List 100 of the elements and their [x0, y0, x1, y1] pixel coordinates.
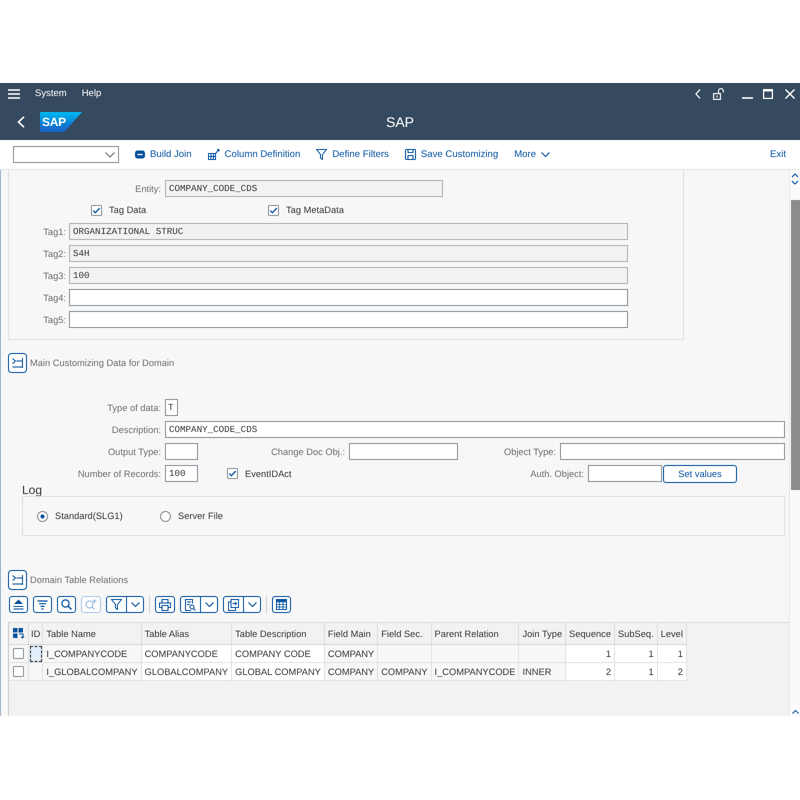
table-cell: I_COMPANYCODE	[42, 644, 142, 662]
checkbox[interactable]	[268, 204, 279, 216]
filter-icon	[111, 599, 122, 610]
select-all-icon[interactable]	[12, 628, 24, 639]
sort-ascending-icon	[13, 599, 24, 610]
column-header[interactable]: Sequence	[566, 623, 614, 644]
radio-button[interactable]	[37, 510, 48, 522]
column-header[interactable]: Table Name	[42, 623, 142, 644]
build-join-button[interactable]: Build Join	[135, 149, 192, 160]
field-label: Tag4:	[43, 292, 66, 302]
table-cell: COMPANY	[324, 644, 378, 662]
entity-field[interactable]: COMPANY_CODE_CDS	[165, 180, 443, 197]
column-header[interactable]: Table Alias	[141, 623, 232, 644]
number-of-records-field[interactable]: 100	[165, 465, 198, 482]
column-header[interactable]: Parent Relation	[431, 623, 519, 644]
column-header[interactable]: Table Description	[232, 623, 324, 644]
sort-descending-button[interactable]	[33, 596, 52, 613]
search-icon	[61, 599, 72, 610]
radio-button[interactable]	[160, 510, 171, 522]
document-search-icon	[185, 598, 196, 610]
search-button[interactable]	[57, 596, 76, 613]
chevron-left-icon[interactable]	[695, 88, 701, 98]
filter-button[interactable]	[106, 596, 144, 613]
type-of-data-field[interactable]: T	[165, 399, 178, 416]
section-title: Domain Table Relations	[30, 575, 128, 585]
maximize-icon[interactable]	[763, 88, 773, 98]
table-cell: I_COMPANYCODE	[431, 662, 519, 680]
column-header[interactable]: ID	[28, 623, 43, 644]
column-header[interactable]: Field Sec.	[378, 623, 432, 644]
auth-object-field[interactable]	[588, 465, 662, 482]
column-header[interactable]: Join Type	[518, 623, 566, 644]
spreadsheet-icon	[276, 599, 287, 610]
row-checkbox[interactable]	[13, 648, 24, 659]
table-cell: COMPANY	[378, 662, 432, 680]
menu-icon[interactable]	[8, 88, 20, 98]
define-filters-button[interactable]: Define Filters	[316, 149, 389, 160]
description-field[interactable]: COMPANY_CODE_CDS	[165, 421, 785, 438]
column-header[interactable]: Level	[657, 623, 686, 644]
document-arrow-icon	[228, 598, 239, 610]
object-type-field[interactable]	[560, 443, 785, 460]
caret-down-icon	[248, 602, 257, 607]
sort-ascending-button[interactable]	[9, 596, 28, 613]
field-label: Tag1:	[43, 226, 66, 236]
table-cell: 1	[657, 644, 686, 662]
more-button[interactable]: More	[514, 149, 550, 160]
caret-down-icon	[131, 602, 140, 607]
section-title: Main Customizing Data for Domain	[30, 358, 174, 368]
column-header[interactable]: SubSeq.	[614, 623, 658, 644]
scrollbar[interactable]	[789, 170, 800, 716]
caret-down-icon	[105, 152, 115, 158]
collapse-section-icon[interactable]	[8, 570, 27, 590]
field-label: Tag5:	[43, 314, 66, 324]
printer-icon	[159, 598, 171, 610]
spreadsheet-button[interactable]	[272, 596, 291, 613]
print-button[interactable]	[155, 596, 175, 613]
field-label: Output Type:	[108, 446, 161, 456]
collapse-section-icon[interactable]	[8, 353, 27, 373]
output-type-field[interactable]	[165, 443, 198, 460]
close-icon[interactable]	[785, 88, 795, 98]
checkbox-label: Tag Data	[109, 205, 146, 215]
tag-field[interactable]	[69, 311, 628, 328]
field-label: Number of Records:	[78, 468, 161, 478]
layout-button[interactable]	[180, 596, 218, 613]
window-title: SAP	[386, 114, 414, 130]
exit-button[interactable]: Exit	[770, 149, 786, 160]
column-definition-button[interactable]: Column Definition	[208, 149, 300, 160]
search-plus-icon	[85, 599, 97, 610]
scroll-arrows-icon[interactable]	[791, 173, 799, 185]
field-label: Change Doc Obj.:	[271, 446, 345, 456]
checkbox[interactable]	[227, 468, 238, 479]
table-cell: GLOBALCOMPANY	[141, 662, 232, 680]
column-header[interactable]: Field Main	[324, 623, 378, 644]
set-values-button[interactable]: Set values	[663, 464, 737, 482]
tag-field[interactable]	[69, 289, 628, 306]
checkbox-label: Tag MetaData	[286, 205, 344, 215]
radio-label: Server File	[178, 511, 223, 521]
menu-item[interactable]: System	[35, 88, 67, 99]
change-doc-field[interactable]	[349, 443, 458, 460]
padlock-icon[interactable]	[713, 88, 724, 100]
filter-icon	[316, 149, 328, 160]
tag-field[interactable]: ORGANIZATIONAL STRUC	[69, 223, 628, 240]
dropdown-field[interactable]	[13, 146, 119, 163]
row-checkbox[interactable]	[13, 666, 24, 677]
table-edit-icon	[208, 149, 220, 160]
back-icon[interactable]	[17, 116, 25, 128]
field-label: Type of data:	[107, 402, 161, 412]
menu-item[interactable]: Help	[82, 88, 102, 99]
field-label: Auth. Object:	[530, 468, 584, 478]
tag-field[interactable]: S4H	[69, 245, 628, 262]
logo: SAP	[40, 112, 82, 132]
field-label: Description:	[112, 424, 161, 434]
save-button[interactable]: Save Customizing	[404, 149, 498, 160]
floppy-disk-icon	[404, 149, 416, 160]
chevron-up-icon[interactable]	[792, 710, 798, 714]
table-cell: 1	[566, 644, 614, 662]
scrollbar-thumb[interactable]	[790, 200, 800, 490]
export-button[interactable]	[223, 596, 261, 613]
tag-field[interactable]: 100	[69, 267, 628, 284]
checkbox[interactable]	[91, 204, 102, 216]
table-cell: 1	[614, 644, 658, 662]
